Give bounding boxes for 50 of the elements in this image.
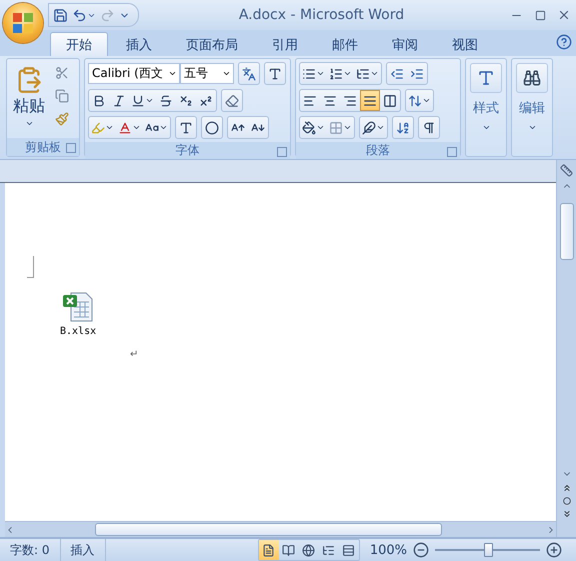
scroll-thumb[interactable] bbox=[560, 203, 574, 260]
next-page-icon[interactable] bbox=[562, 509, 572, 519]
browse-object-icon[interactable] bbox=[562, 497, 570, 505]
align-justify-icon[interactable] bbox=[360, 90, 380, 111]
save-icon[interactable] bbox=[53, 8, 68, 22]
zoom-in-icon[interactable] bbox=[546, 542, 562, 558]
ribbon-tab[interactable]: 邮件 bbox=[316, 32, 374, 56]
print-view-icon[interactable] bbox=[258, 540, 279, 560]
caret-icon bbox=[24, 119, 34, 128]
previous-page-icon[interactable] bbox=[562, 483, 572, 493]
caret-icon bbox=[222, 69, 231, 78]
ruler-icon[interactable] bbox=[560, 164, 573, 177]
ribbon-tab[interactable]: 开始 bbox=[50, 32, 108, 56]
help-icon[interactable] bbox=[556, 34, 572, 50]
caret-icon bbox=[482, 123, 490, 132]
undo-icon[interactable] bbox=[72, 8, 96, 22]
zoom-thumb[interactable] bbox=[484, 543, 492, 557]
zoom-reading: 100% bbox=[370, 542, 407, 558]
vertical-scrollbar[interactable] bbox=[556, 160, 576, 537]
group-label: 剪贴板 bbox=[25, 138, 61, 156]
horizontal-scrollbar[interactable] bbox=[5, 521, 556, 537]
paragraph-mark: ↵ bbox=[130, 349, 138, 360]
window-title: A.docx - Microsoft Word bbox=[238, 7, 406, 23]
caret-icon bbox=[528, 123, 536, 132]
group-label: 字体 bbox=[176, 142, 200, 159]
ribbon-tab[interactable]: 引用 bbox=[256, 32, 314, 56]
zoom-out-icon[interactable] bbox=[413, 542, 429, 558]
styles-button[interactable]: 样式 bbox=[466, 59, 506, 136]
ribbon-tab[interactable]: 页面布局 bbox=[170, 32, 254, 56]
scroll-thumb[interactable] bbox=[95, 523, 442, 536]
editing-label: 编辑 bbox=[519, 100, 545, 117]
group-label: 段落 bbox=[366, 142, 390, 159]
ribbon-tab[interactable]: 审阅 bbox=[376, 32, 434, 56]
font-size-field[interactable]: 五号 bbox=[180, 63, 234, 84]
ribbon-tab[interactable]: 视图 bbox=[436, 32, 494, 56]
caret-icon bbox=[168, 69, 177, 78]
office-logo bbox=[12, 12, 34, 34]
status-item: 插入 bbox=[60, 539, 106, 561]
styles-label: 样式 bbox=[473, 100, 499, 117]
status-item: 字数: 0 bbox=[0, 539, 60, 561]
spreadsheet-file-icon[interactable] bbox=[62, 292, 94, 322]
margin-corner-mark bbox=[27, 256, 34, 278]
ribbon-tab[interactable]: 插入 bbox=[110, 32, 168, 56]
letter-icon bbox=[477, 69, 495, 87]
editing-button[interactable]: 编辑 bbox=[512, 59, 552, 136]
font-name-field[interactable]: Calibri (西文 bbox=[88, 63, 180, 84]
paste-button[interactable]: 粘贴 bbox=[10, 62, 48, 135]
embedded-file-name: B.xlsx bbox=[60, 326, 96, 337]
paste-label: 粘贴 bbox=[13, 96, 45, 117]
binoculars-icon bbox=[523, 69, 541, 87]
